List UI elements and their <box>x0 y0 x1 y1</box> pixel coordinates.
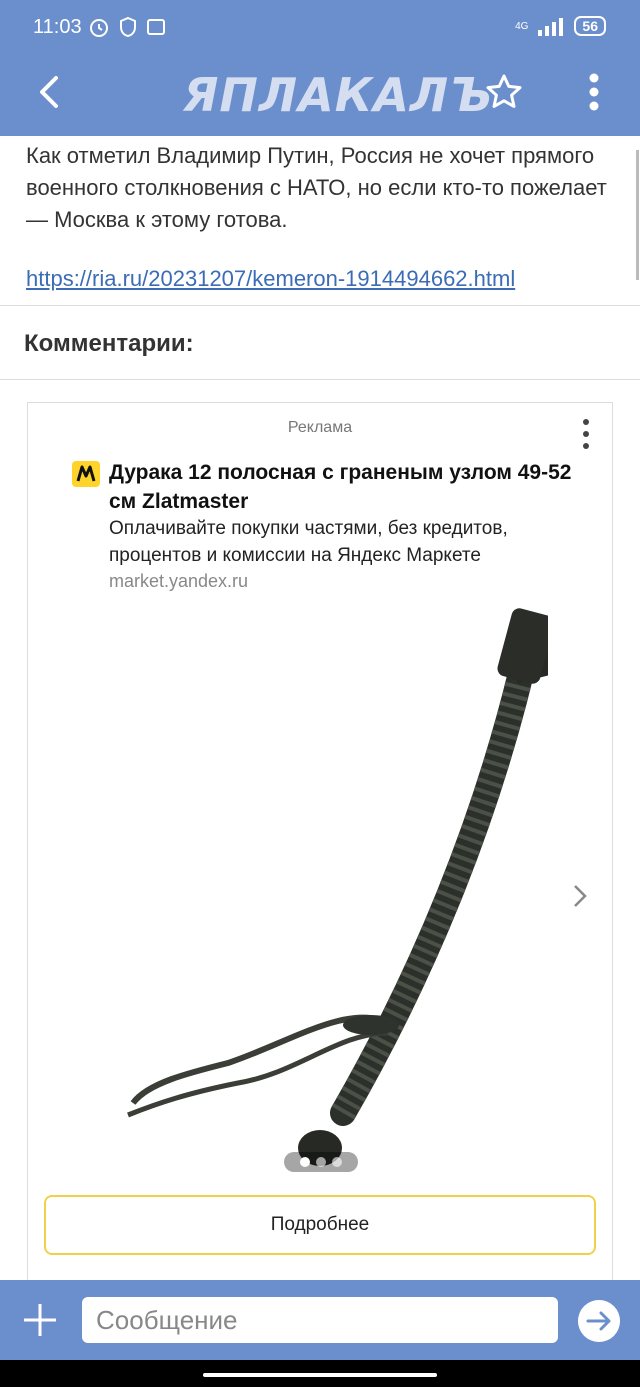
home-indicator[interactable] <box>203 1373 437 1377</box>
composer-bar <box>0 1280 640 1360</box>
status-bar: 11:03 4G 56 <box>0 0 640 56</box>
attach-plus-icon[interactable] <box>22 1302 58 1338</box>
battery-indicator: 56 <box>574 16 606 36</box>
braided-whip-image[interactable] <box>88 603 548 1173</box>
message-input[interactable] <box>82 1297 558 1343</box>
carousel-dot[interactable] <box>316 1157 326 1167</box>
send-arrow-icon[interactable] <box>578 1300 620 1342</box>
scrollbar[interactable] <box>636 150 639 280</box>
app-bar: ЯПЛАКАЛЪ <box>0 56 640 136</box>
status-icons <box>88 16 166 38</box>
ad-title[interactable]: Дурака 12 полосная с граненым узлом 49-5… <box>109 458 589 516</box>
sim-icon <box>147 19 165 35</box>
carousel-dot[interactable] <box>332 1157 342 1167</box>
chevron-right-icon[interactable] <box>568 881 592 911</box>
more-vert-icon[interactable] <box>578 70 610 114</box>
ad-more-icon[interactable] <box>576 417 596 451</box>
status-right: 4G 56 <box>515 16 606 36</box>
ad-card[interactable]: Реклама Дурака 12 полосная с граненым уз… <box>27 402 613 1282</box>
back-icon[interactable] <box>30 72 70 112</box>
site-logo[interactable]: ЯПЛАКАЛЪ <box>183 68 493 122</box>
favorite-star-icon[interactable] <box>484 72 524 112</box>
article-text: Как отметил Владимир Путин, Россия не хо… <box>26 143 607 232</box>
ad-label: Реклама <box>287 419 353 436</box>
carousel-dot[interactable] <box>300 1157 310 1167</box>
comments-heading: Комментарии: <box>24 330 194 357</box>
shield-icon <box>120 16 136 38</box>
ad-domain: market.yandex.ru <box>109 571 249 591</box>
signal-icon <box>538 18 564 36</box>
ad-description: Оплачивайте покупки частями, без кредито… <box>109 518 508 566</box>
status-time: 11:03 <box>33 16 82 38</box>
carousel-indicator[interactable] <box>284 1152 358 1172</box>
divider <box>0 379 640 380</box>
network-label: 4G <box>515 20 529 32</box>
alarm-icon <box>90 19 108 37</box>
details-button[interactable]: Подробнее <box>44 1195 596 1255</box>
system-nav-bar <box>0 1360 640 1387</box>
source-link[interactable]: https://ria.ru/20231207/kemeron-19144946… <box>26 266 515 292</box>
divider <box>0 305 640 306</box>
yandex-market-icon <box>72 461 100 487</box>
